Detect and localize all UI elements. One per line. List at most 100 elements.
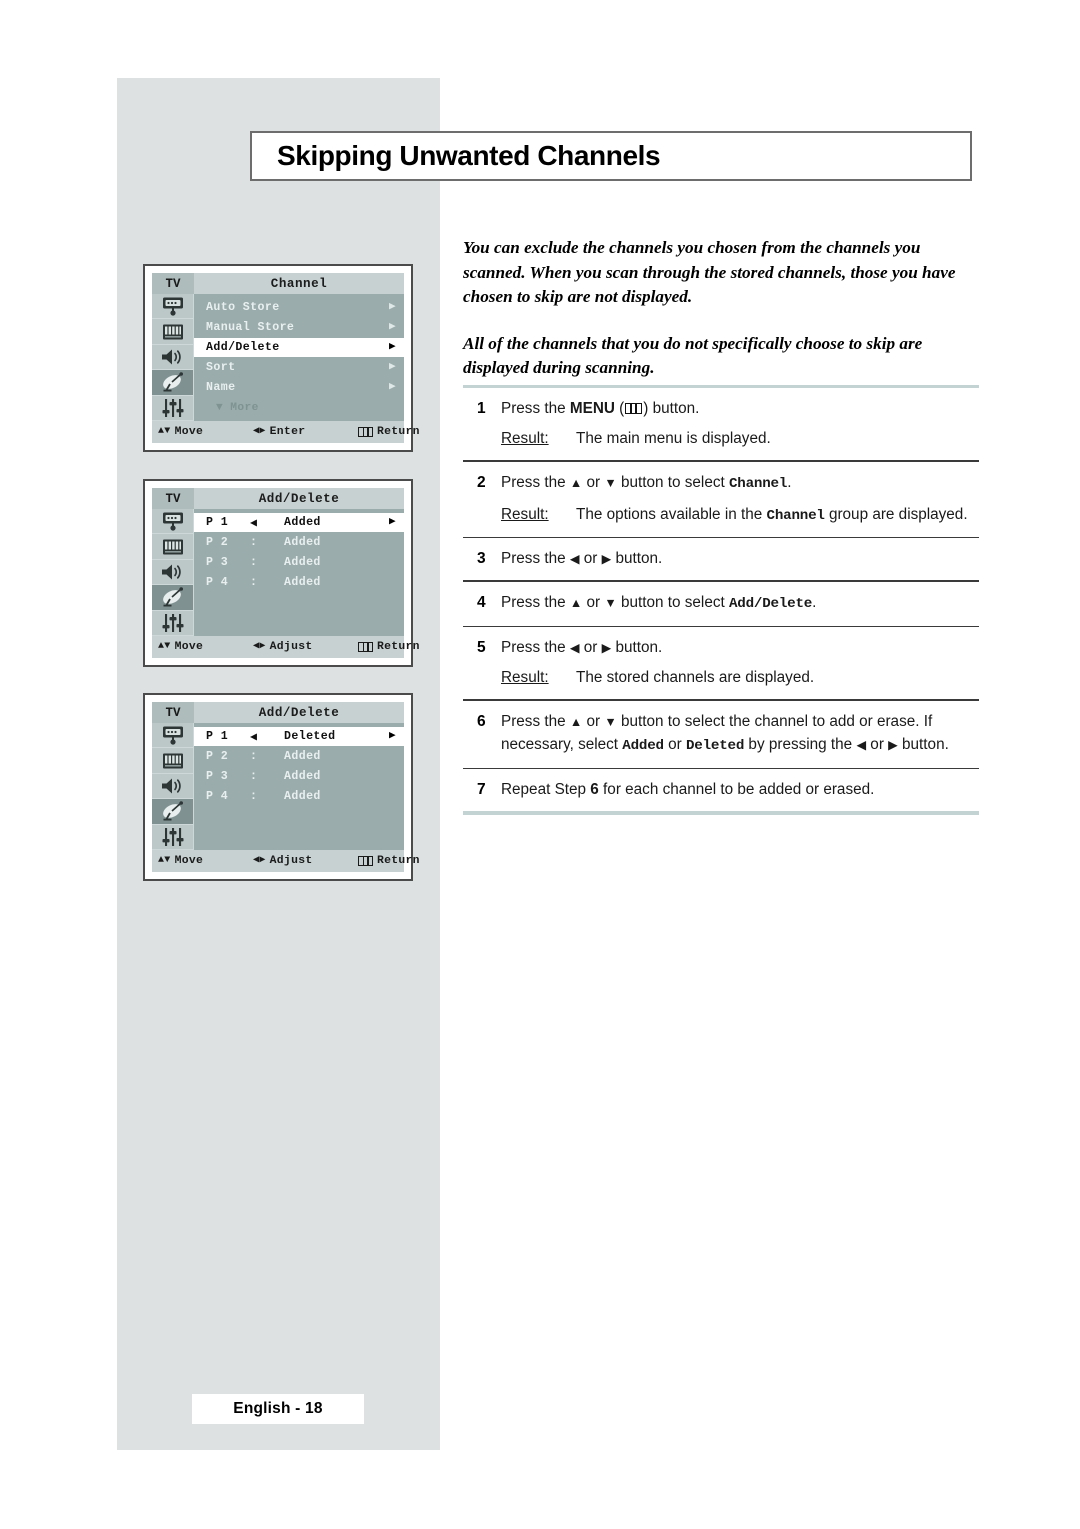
intro-paragraph-2: All of the channels that you do not spec… <box>463 333 923 378</box>
conjunction: or <box>579 639 602 656</box>
step-text: Press the ◀ or ▶ button. <box>501 636 979 659</box>
osd-hint-adjust: ◀▶ Adjust <box>253 855 358 867</box>
osd-item-more[interactable]: ▼ More <box>194 398 404 417</box>
chevron-right-icon: ▶ <box>388 361 396 373</box>
osd-tv-badge: TV <box>152 488 194 509</box>
step-text-pre: Press the <box>501 593 570 611</box>
step-text-mid-3: by pressing the <box>744 735 857 753</box>
osd-channel-row[interactable]: P 2 : Added <box>194 747 404 766</box>
step-body: Press the ▲ or ▼ button to select Channe… <box>501 471 979 527</box>
osd-channel-number: P 2 <box>206 536 229 549</box>
chevron-right-icon: ▶ <box>388 321 396 333</box>
osd-channel-state: Added <box>284 516 321 529</box>
conjunction: or <box>579 550 602 567</box>
channel-dish-icon[interactable] <box>152 370 194 396</box>
up-arrow-icon: ▲ <box>569 475 583 490</box>
down-arrow-icon: ▼ <box>604 595 617 610</box>
osd-channel-row[interactable]: P 1 ◀ Deleted ▶ <box>194 727 404 746</box>
chevron-right-icon: ▶ <box>388 381 396 393</box>
setup-sliders-icon[interactable] <box>152 395 194 422</box>
steps-bottom-rule <box>463 811 979 815</box>
step-row: 7 Repeat Step 6 for each channel to be a… <box>463 769 979 811</box>
osd-item-manual-store[interactable]: Manual Store ▶ <box>194 318 404 337</box>
osd-item-label: Auto Store <box>206 301 280 314</box>
osd-channel-row[interactable]: P 2 : Added <box>194 533 404 552</box>
step-text-post: button. <box>897 735 949 753</box>
tv-icon[interactable] <box>152 294 194 320</box>
osd-channel-row[interactable]: P 1 ◀ Added ▶ <box>194 513 404 532</box>
intro-block: You can exclude the channels you chosen … <box>463 236 978 403</box>
osd-icon-rail <box>152 294 194 422</box>
step-text-post: for each channel to be added or erased. <box>598 781 875 798</box>
step-text-pre: Press the <box>501 712 570 730</box>
step-body: Repeat Step 6 for each channel to be add… <box>501 778 979 801</box>
setup-sliders-icon[interactable] <box>152 824 194 851</box>
osd-channel-separator: : <box>250 536 258 549</box>
conjunction: or <box>582 712 605 730</box>
conjunction-2: or <box>663 735 686 753</box>
page-footer: English - 18 <box>192 1394 364 1424</box>
result-label: Result: <box>501 669 549 686</box>
step-text: Press the ▲ or ▼ button to select Channe… <box>501 471 979 496</box>
channel-keyword: Channel <box>766 507 825 524</box>
osd-hint-bar: ▲▼ Move ◀▶ Enter Return <box>152 421 420 443</box>
picture-icon[interactable] <box>152 319 194 345</box>
chevron-right-icon: ▶ <box>388 341 396 353</box>
osd-hint-return: Return <box>358 855 420 867</box>
picture-icon[interactable] <box>152 748 194 774</box>
added-keyword: Added <box>622 737 664 754</box>
osd-channel-row[interactable]: P 3 : Added <box>194 767 404 786</box>
osd-item-add-delete[interactable]: Add/Delete ▶ <box>194 338 404 357</box>
osd-channel-number: P 3 <box>206 556 229 569</box>
picture-icon[interactable] <box>152 534 194 560</box>
up-down-arrow-icon: ▲▼ <box>158 855 171 866</box>
tv-icon[interactable] <box>152 509 194 535</box>
osd-channel-number: P 1 <box>206 730 229 743</box>
osd-hint-move-label: Move <box>174 641 204 653</box>
osd-item-sort[interactable]: Sort ▶ <box>194 358 404 377</box>
sound-icon[interactable] <box>152 773 194 800</box>
osd-add-delete-added-menu: TV Add/Delete P 1 ◀ Added ▶ P 2: Added … <box>143 479 420 667</box>
osd-channel-separator: : <box>250 790 258 803</box>
osd-add-delete-deleted-menu: TV Add/Delete P 1 ◀ Deleted ▶ P 2: Adde… <box>143 693 420 881</box>
sound-icon[interactable] <box>152 559 194 586</box>
step-row: 1 Press the MENU () button. Result: The … <box>463 388 979 460</box>
channel-dish-icon[interactable] <box>152 585 194 611</box>
osd-title: Add/Delete <box>194 702 404 723</box>
osd-channel-number: P 3 <box>206 770 229 783</box>
osd-tv-badge: TV <box>152 702 194 723</box>
osd-channel-state: Added <box>284 556 321 569</box>
chevron-right-icon: ▶ <box>388 516 396 528</box>
channel-dish-icon[interactable] <box>152 799 194 825</box>
step-text-post: . <box>812 593 817 611</box>
osd-hint-move-label: Move <box>174 855 204 867</box>
step-row: 4 Press the ▲ or ▼ button to select Add/… <box>463 582 979 626</box>
osd-hint-move-label: Move <box>174 426 204 438</box>
menu-return-icon <box>358 856 373 866</box>
up-down-arrow-icon: ▲▼ <box>158 641 171 652</box>
right-arrow-icon: ▶ <box>888 737 898 752</box>
sound-icon[interactable] <box>152 344 194 371</box>
osd-channel-row[interactable]: P 3 : Added <box>194 553 404 572</box>
step-number: 6 <box>477 712 486 730</box>
osd-item-name[interactable]: Name ▶ <box>194 378 404 397</box>
osd-channel-row[interactable]: P 4 : Added <box>194 787 404 806</box>
step-number: 1 <box>477 400 486 417</box>
left-right-arrow-icon: ◀▶ <box>253 426 266 437</box>
osd-channel-number: P 2 <box>206 750 229 763</box>
osd-channel-state: Added <box>284 790 321 803</box>
right-arrow-icon: ▶ <box>601 552 612 566</box>
tv-icon[interactable] <box>152 723 194 749</box>
osd-hint-enter-label: Enter <box>269 426 306 438</box>
osd-icon-rail <box>152 723 194 851</box>
step-body: Press the ◀ or ▶ button. Result: The sto… <box>501 636 979 689</box>
steps-table: 1 Press the MENU () button. Result: The … <box>463 385 979 815</box>
setup-sliders-icon[interactable] <box>152 610 194 637</box>
osd-channel-row[interactable]: P 4 : Added <box>194 573 404 592</box>
osd-item-label: Manual Store <box>206 321 295 334</box>
osd-item-auto-store[interactable]: Auto Store ▶ <box>194 298 404 317</box>
page-title-box: Skipping Unwanted Channels <box>250 131 972 181</box>
result-line: Result: The stored channels are displaye… <box>501 667 979 689</box>
step-row: 3 Press the ◀ or ▶ button. <box>463 538 979 580</box>
step-text-pre: Press the <box>501 550 570 567</box>
